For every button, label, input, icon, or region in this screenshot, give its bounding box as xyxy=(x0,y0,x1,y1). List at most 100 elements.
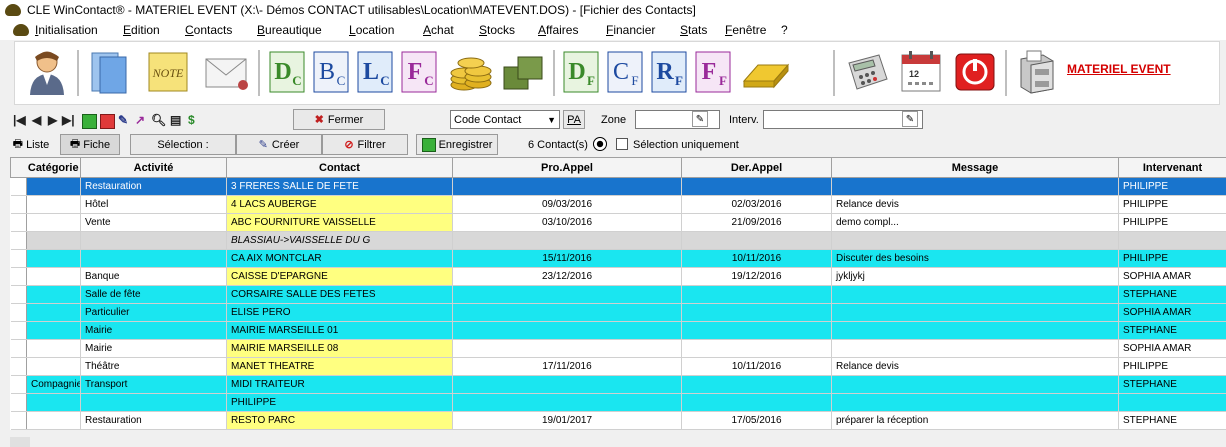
cell-activite[interactable]: Hôtel xyxy=(80,195,227,214)
row-selector[interactable] xyxy=(10,375,27,394)
contact-person-button[interactable] xyxy=(23,48,71,96)
email-button[interactable] xyxy=(201,48,253,96)
cell-categorie[interactable] xyxy=(26,357,81,376)
menu-affaires[interactable]: Affaires xyxy=(538,23,606,37)
cell-pro-appel[interactable]: 15/11/2016 xyxy=(452,249,682,268)
archive-button[interactable] xyxy=(1011,48,1061,96)
edit-pencil-icon[interactable]: ✎ xyxy=(118,113,128,127)
menu-financier[interactable]: Financier xyxy=(606,23,680,37)
cell-categorie[interactable] xyxy=(26,177,81,196)
gold-bar-button[interactable] xyxy=(739,48,793,96)
cell-pro-appel[interactable] xyxy=(452,303,682,322)
first-record-icon[interactable]: |◀ xyxy=(13,113,26,127)
letter-fc-button[interactable]: F C xyxy=(399,48,439,96)
cell-pro-appel[interactable] xyxy=(452,393,682,412)
interv-picker-icon[interactable]: ✎ xyxy=(902,111,918,127)
selection-button[interactable]: Sélection : xyxy=(130,134,236,155)
cell-message[interactable] xyxy=(831,375,1119,394)
menu-stats[interactable]: Stats xyxy=(680,23,725,37)
row-selector[interactable] xyxy=(10,303,27,322)
table-row[interactable]: PHILIPPE xyxy=(10,393,1226,412)
coins-button[interactable] xyxy=(447,48,495,96)
cell-contact[interactable]: CAISSE D'EPARGNE xyxy=(226,267,453,286)
cell-pro-appel[interactable]: 03/10/2016 xyxy=(452,213,682,232)
cell-der-appel[interactable]: 17/05/2016 xyxy=(681,411,832,430)
letter-bc-button[interactable]: B C xyxy=(311,48,351,96)
row-selector[interactable] xyxy=(10,321,27,340)
cell-categorie[interactable]: Compagnie xyxy=(26,375,81,394)
cell-contact[interactable]: RESTO PARC xyxy=(226,411,453,430)
cell-der-appel[interactable]: 10/11/2016 xyxy=(681,249,832,268)
cell-activite[interactable]: Vente xyxy=(80,213,227,232)
cell-der-appel[interactable]: 21/09/2016 xyxy=(681,213,832,232)
table-row[interactable]: Restauration RESTO PARC 19/01/2017 17/05/20… xyxy=(10,411,1226,430)
row-selector[interactable] xyxy=(10,267,27,286)
radio-button[interactable] xyxy=(593,137,607,151)
cell-intervenant[interactable]: SOPHIA AMAR xyxy=(1118,303,1226,322)
cell-categorie[interactable] xyxy=(26,213,81,232)
cell-pro-appel[interactable]: 17/11/2016 xyxy=(452,357,682,376)
row-selector[interactable]: ▶ xyxy=(10,177,27,196)
cell-categorie[interactable] xyxy=(26,303,81,322)
cell-contact[interactable]: CA AIX MONTCLAR xyxy=(226,249,453,268)
row-selector[interactable] xyxy=(10,357,27,376)
cell-categorie[interactable] xyxy=(26,267,81,286)
cell-pro-appel[interactable]: 09/03/2016 xyxy=(452,195,682,214)
cell-der-appel[interactable]: 19/12/2016 xyxy=(681,267,832,286)
cell-intervenant[interactable]: PHILIPPE xyxy=(1118,249,1226,268)
cell-activite[interactable]: Mairie xyxy=(80,339,227,358)
pa-button[interactable]: PA xyxy=(563,110,585,129)
cell-pro-appel[interactable] xyxy=(452,285,682,304)
code-contact-combo[interactable]: Code Contact ▼ xyxy=(450,110,560,129)
row-selector[interactable] xyxy=(10,339,27,358)
cell-intervenant[interactable]: STEPHANE xyxy=(1118,321,1226,340)
cell-pro-appel[interactable] xyxy=(452,339,682,358)
cell-activite[interactable] xyxy=(80,393,227,412)
cell-intervenant[interactable]: STEPHANE xyxy=(1118,411,1226,430)
cell-intervenant[interactable]: STEPHANE xyxy=(1118,285,1226,304)
cell-der-appel[interactable] xyxy=(681,339,832,358)
cell-contact[interactable]: PHILIPPE xyxy=(226,393,453,412)
cell-message[interactable]: Relance devis xyxy=(831,195,1119,214)
cell-message[interactable]: préparer la réception xyxy=(831,411,1119,430)
cell-pro-appel[interactable] xyxy=(452,321,682,340)
cell-categorie[interactable] xyxy=(26,285,81,304)
header-categorie[interactable]: Catégorie xyxy=(26,157,81,178)
cell-intervenant[interactable] xyxy=(1118,393,1226,412)
cell-message[interactable] xyxy=(831,177,1119,196)
cell-activite[interactable] xyxy=(80,231,227,250)
header-der-appel[interactable]: Der.Appel xyxy=(681,157,832,178)
cell-message[interactable]: jykljykj xyxy=(831,267,1119,286)
calendar-button[interactable]: 12 xyxy=(895,48,947,96)
cell-activite[interactable]: Banque xyxy=(80,267,227,286)
table-row[interactable]: Vente ABC FOURNITURE VAISSELLE 03/10/2016 2… xyxy=(10,213,1226,232)
cell-intervenant[interactable]: PHILIPPE xyxy=(1118,177,1226,196)
cell-pro-appel[interactable] xyxy=(452,231,682,250)
cell-activite[interactable]: Particulier xyxy=(80,303,227,322)
header-intervenant[interactable]: Intervenant xyxy=(1118,157,1226,178)
letter-dc-button[interactable]: D C xyxy=(267,48,307,96)
table-row[interactable]: Particulier ELISE PERO SOPHIA AMAR xyxy=(10,303,1226,322)
previous-record-icon[interactable]: ◀ xyxy=(32,113,41,127)
print-icon[interactable]: ▤ xyxy=(170,113,181,127)
table-row[interactable]: BLASSIAU->VAISSELLE DU G xyxy=(10,231,1226,250)
link-icon[interactable]: ↗ xyxy=(135,113,145,127)
row-selector[interactable] xyxy=(10,231,27,250)
cell-der-appel[interactable] xyxy=(681,393,832,412)
menu-initialisation[interactable]: Initialisation xyxy=(35,23,123,37)
money-icon[interactable]: $ xyxy=(188,113,195,127)
cell-categorie[interactable] xyxy=(26,321,81,340)
menu-edition[interactable]: Edition xyxy=(123,23,185,37)
cell-message[interactable] xyxy=(831,231,1119,250)
cell-der-appel[interactable] xyxy=(681,285,832,304)
stock-boxes-button[interactable] xyxy=(499,48,547,96)
menu-achat[interactable]: Achat xyxy=(423,23,479,37)
cell-intervenant[interactable]: PHILIPPE xyxy=(1118,195,1226,214)
row-selector[interactable] xyxy=(10,249,27,268)
last-record-icon[interactable]: ▶| xyxy=(62,113,75,127)
table-row[interactable]: Mairie MAIRIE MARSEILLE 01 STEPHANE xyxy=(10,321,1226,340)
zone-picker-icon[interactable]: ✎ xyxy=(692,111,708,127)
table-row[interactable]: Mairie MAIRIE MARSEILLE 08 SOPHIA AMAR xyxy=(10,339,1226,358)
cell-contact[interactable]: MANET THEATRE xyxy=(226,357,453,376)
cell-der-appel[interactable] xyxy=(681,231,832,250)
